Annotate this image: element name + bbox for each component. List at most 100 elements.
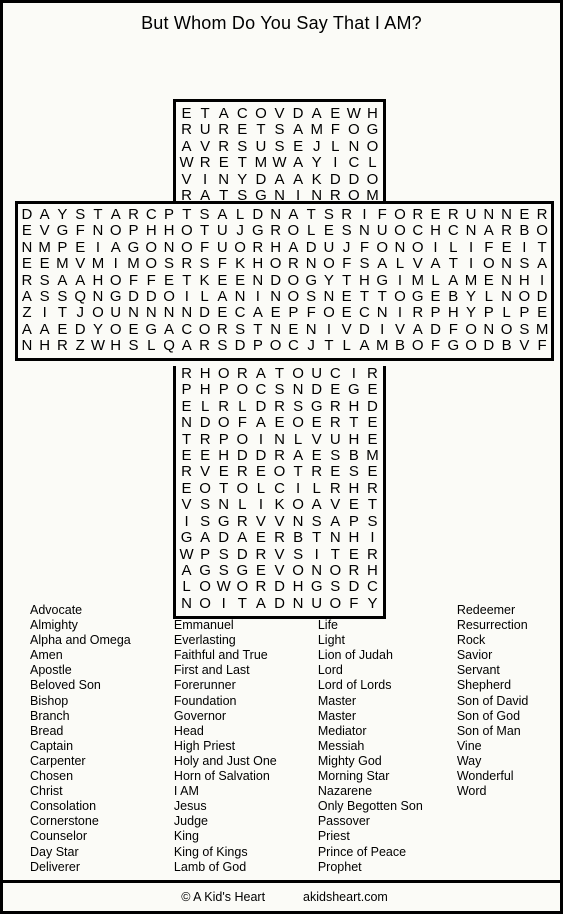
word-list-item[interactable]: Way: [457, 754, 560, 769]
puzzle-cell[interactable]: W: [270, 154, 289, 171]
puzzle-cell[interactable]: U: [213, 239, 231, 256]
puzzle-cell[interactable]: V: [515, 337, 533, 354]
puzzle-cell[interactable]: N: [480, 321, 498, 338]
puzzle-cell[interactable]: S: [363, 513, 382, 530]
puzzle-cell[interactable]: L: [289, 431, 308, 448]
puzzle-cell[interactable]: E: [363, 414, 382, 431]
puzzle-cell[interactable]: A: [409, 321, 427, 338]
puzzle-cell[interactable]: E: [177, 398, 196, 415]
puzzle-cell[interactable]: U: [196, 122, 215, 139]
puzzle-cell[interactable]: R: [18, 272, 36, 289]
puzzle-cell[interactable]: M: [373, 337, 391, 354]
puzzle-cell[interactable]: F: [125, 272, 143, 289]
puzzle-cell[interactable]: D: [302, 239, 320, 256]
puzzle-cell[interactable]: H: [345, 431, 364, 448]
puzzle-cell[interactable]: G: [233, 562, 252, 579]
puzzle-cell[interactable]: D: [345, 578, 364, 595]
puzzle-cell[interactable]: H: [36, 337, 54, 354]
puzzle-cell[interactable]: S: [160, 255, 178, 272]
word-list-item[interactable]: Mighty God: [318, 754, 457, 769]
puzzle-cell[interactable]: E: [338, 288, 356, 305]
puzzle-cell[interactable]: E: [267, 305, 285, 322]
puzzle-cell[interactable]: O: [267, 255, 285, 272]
puzzle-cell[interactable]: O: [196, 578, 215, 595]
puzzle-cell[interactable]: A: [71, 272, 89, 289]
puzzle-cell[interactable]: G: [142, 321, 160, 338]
puzzle-cell[interactable]: I: [252, 431, 271, 448]
puzzle-cell[interactable]: B: [444, 288, 462, 305]
puzzle-cell[interactable]: N: [498, 255, 516, 272]
puzzle-cell[interactable]: S: [289, 398, 308, 415]
puzzle-cell[interactable]: Y: [320, 272, 338, 289]
puzzle-cell[interactable]: S: [231, 321, 249, 338]
puzzle-cell[interactable]: N: [307, 562, 326, 579]
puzzle-cell[interactable]: M: [252, 154, 271, 171]
puzzle-cell[interactable]: R: [270, 447, 289, 464]
puzzle-cell[interactable]: L: [444, 239, 462, 256]
puzzle-cell[interactable]: D: [533, 288, 551, 305]
word-list-item[interactable]: High Priest: [174, 739, 318, 754]
word-list-item[interactable]: Messiah: [318, 739, 457, 754]
puzzle-cell[interactable]: V: [36, 223, 54, 240]
puzzle-cell[interactable]: R: [177, 464, 196, 481]
puzzle-cell[interactable]: I: [320, 321, 338, 338]
puzzle-cell[interactable]: R: [533, 206, 551, 223]
puzzle-cell[interactable]: H: [249, 255, 267, 272]
puzzle-cell[interactable]: T: [533, 239, 551, 256]
puzzle-cell[interactable]: Y: [54, 206, 72, 223]
word-list-item[interactable]: Son of David: [457, 694, 560, 709]
puzzle-cell[interactable]: R: [326, 480, 345, 497]
puzzle-cell[interactable]: S: [270, 138, 289, 155]
puzzle-cell[interactable]: C: [252, 382, 271, 399]
puzzle-cell[interactable]: R: [196, 337, 214, 354]
word-list-item[interactable]: Resurrection: [457, 618, 560, 633]
word-list-item[interactable]: Life: [318, 618, 457, 633]
puzzle-cell[interactable]: H: [515, 272, 533, 289]
puzzle-cell[interactable]: S: [54, 288, 72, 305]
word-list-item[interactable]: Light: [318, 633, 457, 648]
puzzle-cell[interactable]: E: [289, 138, 308, 155]
word-list-item[interactable]: Head: [174, 724, 318, 739]
puzzle-cell[interactable]: N: [289, 382, 308, 399]
puzzle-cell[interactable]: P: [515, 305, 533, 322]
puzzle-cell[interactable]: B: [289, 529, 308, 546]
word-list-item[interactable]: Almighty: [30, 618, 174, 633]
puzzle-cell[interactable]: P: [427, 305, 445, 322]
puzzle-cell[interactable]: S: [36, 288, 54, 305]
puzzle-cell[interactable]: D: [231, 337, 249, 354]
puzzle-cell[interactable]: T: [326, 546, 345, 563]
puzzle-cell[interactable]: E: [345, 496, 364, 513]
puzzle-cell[interactable]: R: [444, 206, 462, 223]
puzzle-cell[interactable]: I: [196, 171, 215, 188]
puzzle-cell[interactable]: F: [373, 206, 391, 223]
puzzle-cell[interactable]: T: [356, 288, 374, 305]
puzzle-cell[interactable]: E: [515, 206, 533, 223]
word-list-item[interactable]: Everlasting: [174, 633, 318, 648]
puzzle-cell[interactable]: N: [89, 288, 107, 305]
word-list-item[interactable]: Master: [318, 709, 457, 724]
puzzle-cell[interactable]: O: [270, 464, 289, 481]
puzzle-cell[interactable]: V: [270, 546, 289, 563]
puzzle-cell[interactable]: O: [345, 122, 364, 139]
puzzle-cell[interactable]: P: [54, 239, 72, 256]
puzzle-cell[interactable]: L: [233, 398, 252, 415]
puzzle-cell[interactable]: R: [409, 305, 427, 322]
puzzle-cell[interactable]: N: [302, 321, 320, 338]
word-list-item[interactable]: Alpha and Omega: [30, 633, 174, 648]
puzzle-cell[interactable]: I: [391, 305, 409, 322]
puzzle-cell[interactable]: L: [177, 578, 196, 595]
word-list-item[interactable]: Consolation: [30, 799, 174, 814]
puzzle-cell[interactable]: D: [252, 398, 271, 415]
puzzle-cell[interactable]: A: [285, 206, 303, 223]
puzzle-cell[interactable]: N: [177, 595, 196, 612]
puzzle-cell[interactable]: U: [252, 138, 271, 155]
word-list-item[interactable]: Son of God: [457, 709, 560, 724]
word-list-item[interactable]: Christ: [30, 784, 174, 799]
puzzle-cell[interactable]: E: [285, 321, 303, 338]
puzzle-cell[interactable]: G: [249, 223, 267, 240]
puzzle-cell[interactable]: G: [409, 288, 427, 305]
puzzle-cell[interactable]: O: [533, 223, 551, 240]
puzzle-cell[interactable]: H: [345, 529, 364, 546]
puzzle-cell[interactable]: I: [36, 305, 54, 322]
puzzle-cell[interactable]: O: [480, 255, 498, 272]
